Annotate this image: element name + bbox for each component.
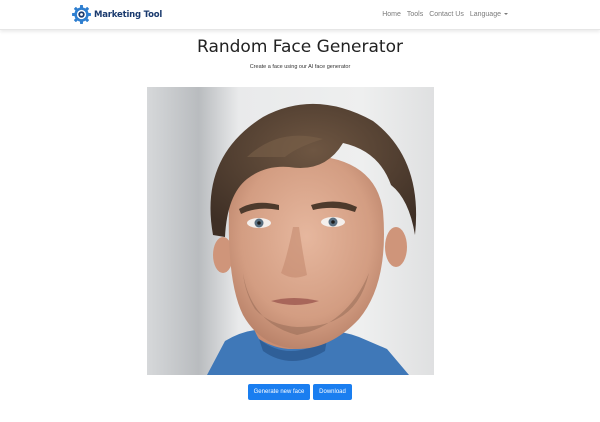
page-title: Random Face Generator (197, 37, 403, 57)
nav-link-contact-us[interactable]: Contact Us (429, 11, 464, 18)
generated-face-image (147, 87, 434, 375)
nav-link-home[interactable]: Home (382, 11, 401, 18)
page-subtitle: Create a face using our AI face generato… (249, 64, 351, 70)
download-button[interactable]: Download (313, 384, 352, 400)
navbar: Marketing Tool Home Tools Contact Us Lan… (0, 0, 600, 30)
nav-link-tools[interactable]: Tools (407, 11, 423, 18)
brand-name: Marketing Tool (94, 9, 163, 20)
caret-down-icon (504, 13, 508, 16)
generate-new-face-button[interactable]: Generate new face (248, 384, 310, 400)
nav-links: Home Tools Contact Us Language (382, 0, 508, 29)
language-dropdown[interactable]: Language (470, 11, 508, 18)
language-dropdown-label: Language (469, 11, 501, 18)
brand-link[interactable]: Marketing Tool (71, 4, 162, 25)
action-buttons: Generate new face Download (0, 384, 600, 400)
gear-icon (72, 5, 91, 24)
